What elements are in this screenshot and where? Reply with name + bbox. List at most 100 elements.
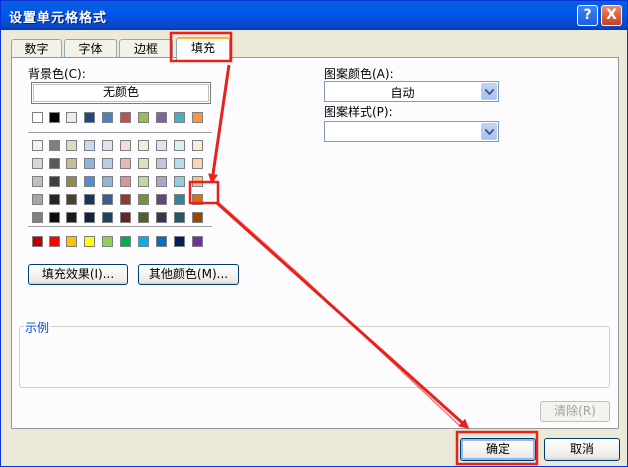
ok-button[interactable]: 确定 <box>460 438 536 461</box>
color-swatch[interactable] <box>84 194 95 205</box>
color-swatch[interactable] <box>156 236 167 247</box>
more-colors-button[interactable]: 其他颜色(M)... <box>138 264 239 285</box>
color-swatch[interactable] <box>32 176 43 187</box>
color-swatch[interactable] <box>192 158 203 169</box>
clear-button[interactable]: 清除(R) <box>540 401 610 422</box>
color-swatch[interactable] <box>138 194 149 205</box>
close-button[interactable]: X <box>601 5 622 26</box>
dialog-title: 设置单元格格式 <box>9 11 108 26</box>
title-bar[interactable]: 设置单元格格式 ? X <box>1 1 627 30</box>
question-mark-icon: ? <box>583 7 592 23</box>
color-swatch[interactable] <box>174 212 185 223</box>
color-swatch[interactable] <box>32 236 43 247</box>
color-swatch[interactable] <box>174 112 185 123</box>
color-swatch[interactable] <box>156 212 167 223</box>
tab-fill[interactable]: 填充 <box>176 37 230 60</box>
color-swatch[interactable] <box>32 158 43 169</box>
color-swatch[interactable] <box>49 140 60 151</box>
color-swatch[interactable] <box>120 112 131 123</box>
color-swatch[interactable] <box>66 140 77 151</box>
color-swatch[interactable] <box>84 176 95 187</box>
color-swatch[interactable] <box>156 194 167 205</box>
color-swatch[interactable] <box>84 212 95 223</box>
color-swatch[interactable] <box>49 158 60 169</box>
color-swatch[interactable] <box>49 236 60 247</box>
color-swatch[interactable] <box>174 140 185 151</box>
color-swatch[interactable] <box>192 194 203 205</box>
color-swatch[interactable] <box>174 158 185 169</box>
color-swatch[interactable] <box>32 140 43 151</box>
color-swatch[interactable] <box>49 112 60 123</box>
no-color-button[interactable]: 无颜色 <box>31 82 211 104</box>
pattern-style-select[interactable] <box>324 121 499 142</box>
color-swatch[interactable] <box>102 212 113 223</box>
color-swatch[interactable] <box>120 176 131 187</box>
pattern-color-value: 自动 <box>390 86 415 100</box>
color-swatch[interactable] <box>32 194 43 205</box>
color-swatch[interactable] <box>84 158 95 169</box>
color-swatch[interactable] <box>49 212 60 223</box>
chevron-down-icon[interactable] <box>481 123 497 140</box>
tab-font[interactable]: 字体 <box>64 39 117 59</box>
color-swatch[interactable] <box>66 194 77 205</box>
color-swatch[interactable] <box>120 140 131 151</box>
color-swatch[interactable] <box>32 112 43 123</box>
color-swatch[interactable] <box>138 212 149 223</box>
color-swatch[interactable] <box>138 236 149 247</box>
color-swatch[interactable] <box>49 176 60 187</box>
color-swatch[interactable] <box>174 176 185 187</box>
color-swatch[interactable] <box>84 140 95 151</box>
tab-border[interactable]: 边框 <box>119 39 173 59</box>
color-swatch[interactable] <box>156 140 167 151</box>
color-swatch[interactable] <box>192 112 203 123</box>
color-swatch[interactable] <box>120 212 131 223</box>
pattern-color-select[interactable]: 自动 <box>324 81 499 102</box>
color-swatch[interactable] <box>84 112 95 123</box>
tab-number[interactable]: 数字 <box>11 39 62 59</box>
color-swatch[interactable] <box>66 236 77 247</box>
palette-divider <box>28 226 212 227</box>
color-swatch[interactable] <box>120 194 131 205</box>
color-swatch[interactable] <box>138 158 149 169</box>
color-swatch[interactable] <box>192 140 203 151</box>
color-swatch[interactable] <box>156 158 167 169</box>
color-swatch[interactable] <box>66 112 77 123</box>
color-swatch[interactable] <box>66 158 77 169</box>
chevron-down-icon[interactable] <box>481 83 497 100</box>
color-swatch[interactable] <box>102 176 113 187</box>
color-swatch[interactable] <box>192 176 203 187</box>
close-icon: X <box>606 7 617 23</box>
color-swatch[interactable] <box>102 194 113 205</box>
color-swatch[interactable] <box>102 158 113 169</box>
background-color-label: 背景色(C): <box>28 67 86 81</box>
palette-divider <box>28 132 212 133</box>
color-swatch[interactable] <box>102 140 113 151</box>
color-swatch[interactable] <box>102 112 113 123</box>
color-swatch[interactable] <box>84 236 95 247</box>
color-swatch[interactable] <box>138 140 149 151</box>
color-swatch[interactable] <box>66 212 77 223</box>
color-swatch[interactable] <box>32 212 43 223</box>
preview-group <box>19 326 610 388</box>
format-cells-dialog: 设置单元格格式 ? X 数字 字体 边框 填充 背景色(C): 无颜色 填充效果… <box>0 0 628 467</box>
color-swatch[interactable] <box>192 212 203 223</box>
color-swatch[interactable] <box>102 236 113 247</box>
preview-label: 示例 <box>24 319 51 336</box>
color-swatch[interactable] <box>192 236 203 247</box>
color-swatch[interactable] <box>174 194 185 205</box>
color-swatch[interactable] <box>138 112 149 123</box>
color-swatch[interactable] <box>156 112 167 123</box>
pattern-color-label: 图案颜色(A): <box>324 67 394 81</box>
color-swatch[interactable] <box>138 176 149 187</box>
color-swatch[interactable] <box>120 236 131 247</box>
help-button[interactable]: ? <box>577 5 598 26</box>
color-swatch[interactable] <box>156 176 167 187</box>
color-swatch[interactable] <box>120 158 131 169</box>
color-swatch[interactable] <box>174 236 185 247</box>
color-swatch[interactable] <box>66 176 77 187</box>
cancel-button[interactable]: 取消 <box>544 438 620 461</box>
fill-effects-button[interactable]: 填充效果(I)... <box>28 264 128 285</box>
fill-tab-panel: 背景色(C): 无颜色 填充效果(I)... 其他颜色(M)... 图案颜色(A… <box>11 57 619 429</box>
pattern-style-label: 图案样式(P): <box>324 105 393 119</box>
color-swatch[interactable] <box>49 194 60 205</box>
